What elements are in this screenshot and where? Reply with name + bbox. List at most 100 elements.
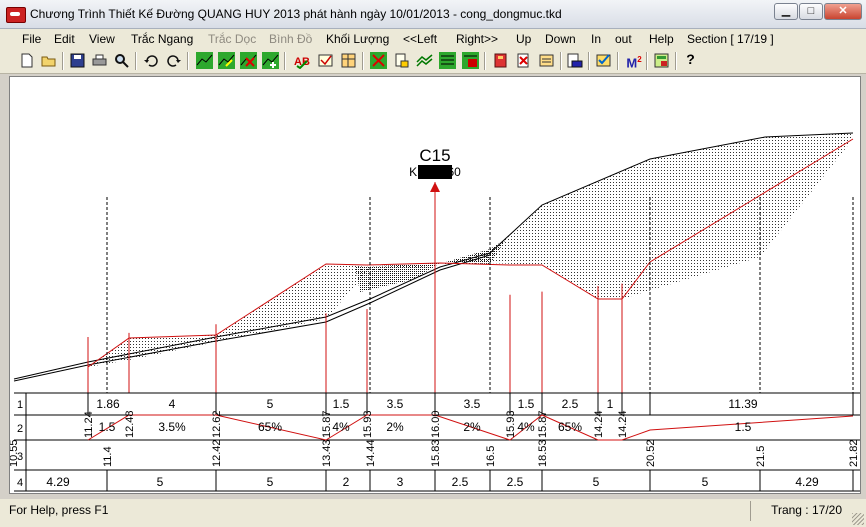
row1-value: 1.5 bbox=[333, 397, 350, 411]
menu-help[interactable]: Help bbox=[649, 32, 674, 46]
row2-elevation: 11.24 bbox=[83, 411, 95, 438]
row-number: 1 bbox=[17, 399, 23, 411]
toolbar-separator bbox=[617, 52, 619, 70]
menu-right[interactable]: Right>> bbox=[456, 32, 498, 46]
menu-trac-ngang[interactable]: Trắc Ngang bbox=[131, 32, 193, 46]
row2-slope: 65% bbox=[258, 420, 282, 434]
section-canvas[interactable]: C15 KM0+360 1 2 3 4 1.86 4 5 1.5 3.5 3.5 1.5 2.5 1 11.3… bbox=[9, 76, 861, 494]
menu-down[interactable]: Down bbox=[545, 32, 576, 46]
toolbar: AB M2 ? bbox=[0, 49, 866, 74]
toolbar-separator bbox=[588, 52, 590, 70]
terrain-edit-icon[interactable] bbox=[218, 52, 235, 69]
help-icon[interactable]: ? bbox=[682, 52, 699, 69]
row2-slope: 1.5 bbox=[99, 420, 116, 434]
open-icon[interactable] bbox=[40, 52, 57, 69]
lock-icon[interactable] bbox=[393, 52, 410, 69]
find-icon[interactable] bbox=[113, 52, 130, 69]
maximize-button[interactable]: □ bbox=[799, 3, 823, 20]
export-icon[interactable] bbox=[566, 52, 583, 69]
row-number: 2 bbox=[17, 423, 23, 435]
station-label: KM0+360 bbox=[409, 165, 461, 179]
row1-value: 2.5 bbox=[562, 397, 579, 411]
layers-icon[interactable] bbox=[416, 52, 433, 69]
menu-section[interactable]: Section [ 17/19 ] bbox=[687, 32, 774, 46]
row4-value: 4.29 bbox=[795, 475, 819, 489]
grid-icon[interactable] bbox=[439, 52, 456, 69]
row3-value: 10.55 bbox=[10, 439, 20, 467]
row2-slope: 1.5 bbox=[735, 420, 752, 434]
minimize-button[interactable]: ▁ bbox=[774, 3, 798, 20]
area-icon[interactable]: M2 bbox=[624, 52, 644, 69]
area-sup: 2 bbox=[637, 55, 642, 64]
cut-fill-hatch bbox=[88, 133, 853, 367]
row2-slope: 3.5% bbox=[158, 420, 186, 434]
menu-in[interactable]: In bbox=[591, 32, 601, 46]
menu-left[interactable]: <<Left bbox=[403, 32, 437, 46]
row2-slope: 4% bbox=[332, 420, 350, 434]
row2-slope: 2% bbox=[386, 420, 404, 434]
row3-value: 11.4 bbox=[102, 446, 114, 467]
table-icon[interactable] bbox=[317, 52, 334, 69]
menu-trac-doc[interactable]: Trắc Dọc bbox=[208, 32, 256, 46]
save-icon[interactable] bbox=[69, 52, 86, 69]
row2-elevation: 15.93 bbox=[362, 410, 374, 438]
menu-edit[interactable]: Edit bbox=[54, 32, 75, 46]
row3-value: 16.5 bbox=[485, 446, 497, 467]
menu-khoi-luong[interactable]: Khối Lượng bbox=[326, 32, 389, 46]
row2-slope: 65% bbox=[558, 420, 582, 434]
row1-value: 1.86 bbox=[96, 397, 120, 411]
undo-icon[interactable] bbox=[143, 52, 160, 69]
toolbar-separator bbox=[484, 52, 486, 70]
close-button[interactable]: ✕ bbox=[824, 3, 862, 20]
resize-grip[interactable] bbox=[852, 513, 864, 525]
row3-value: 21.5 bbox=[755, 446, 767, 467]
row2-elevation: 15.87 bbox=[321, 410, 333, 438]
terrain-delete-icon[interactable] bbox=[240, 52, 257, 69]
row3-value: 14.44 bbox=[365, 439, 377, 467]
check-icon[interactable] bbox=[595, 52, 612, 69]
window-title: Chương Trình Thiết Kế Đường QUANG HUY 20… bbox=[30, 7, 562, 21]
toolbar-separator bbox=[62, 52, 64, 70]
row2-elevation: 14.24 bbox=[593, 410, 605, 438]
row4-value: 5 bbox=[157, 475, 164, 489]
toolbar-separator bbox=[135, 52, 137, 70]
terrain-icon[interactable] bbox=[196, 52, 213, 69]
calc-icon[interactable] bbox=[653, 52, 670, 69]
row4-value: 4.29 bbox=[46, 475, 70, 489]
row2-slope: 4% bbox=[517, 420, 535, 434]
sheet-icon[interactable] bbox=[340, 52, 357, 69]
toolbar-separator bbox=[187, 52, 189, 70]
row2-elevation: 12.48 bbox=[124, 410, 136, 438]
status-help: For Help, press F1 bbox=[9, 503, 109, 517]
row4-value: 2 bbox=[343, 475, 350, 489]
section-name: C15 bbox=[419, 146, 450, 165]
spell-icon[interactable]: AB bbox=[294, 52, 311, 69]
status-separator bbox=[750, 501, 751, 521]
cross-section-drawing: C15KM0+360 1 2 3 4 1.86 4 5 1.5 3.5 3.5 1.5 2.5 1 11.3… bbox=[10, 132, 860, 492]
cross-icon[interactable] bbox=[370, 52, 387, 69]
row3-value: 21.82 bbox=[848, 439, 860, 467]
print-icon[interactable] bbox=[91, 52, 108, 69]
row2-elevation: 15.93 bbox=[505, 410, 517, 438]
row4-value: 5 bbox=[267, 475, 274, 489]
delete-doc-icon[interactable] bbox=[515, 52, 532, 69]
menu-out[interactable]: out bbox=[615, 32, 632, 46]
new-icon[interactable] bbox=[18, 52, 35, 69]
row3-value: 18.53 bbox=[537, 439, 549, 467]
redo-icon[interactable] bbox=[165, 52, 182, 69]
menu-file[interactable]: File bbox=[22, 32, 41, 46]
grid-color-icon[interactable] bbox=[462, 52, 479, 69]
row2-slope: 2% bbox=[463, 420, 481, 434]
book-icon[interactable] bbox=[492, 52, 509, 69]
menu-view[interactable]: View bbox=[89, 32, 115, 46]
row2-elevation: 15.87 bbox=[537, 410, 549, 438]
row1-value: 3.5 bbox=[464, 397, 481, 411]
toolbar-separator bbox=[675, 52, 677, 70]
menu-binh-do[interactable]: Bình Đồ bbox=[269, 32, 312, 46]
toolbar-separator bbox=[560, 52, 562, 70]
row1-value: 5 bbox=[267, 397, 274, 411]
note-icon[interactable] bbox=[538, 52, 555, 69]
menu-up[interactable]: Up bbox=[516, 32, 531, 46]
terrain-add-icon[interactable] bbox=[262, 52, 279, 69]
row2-elevation: 12.62 bbox=[211, 410, 223, 438]
